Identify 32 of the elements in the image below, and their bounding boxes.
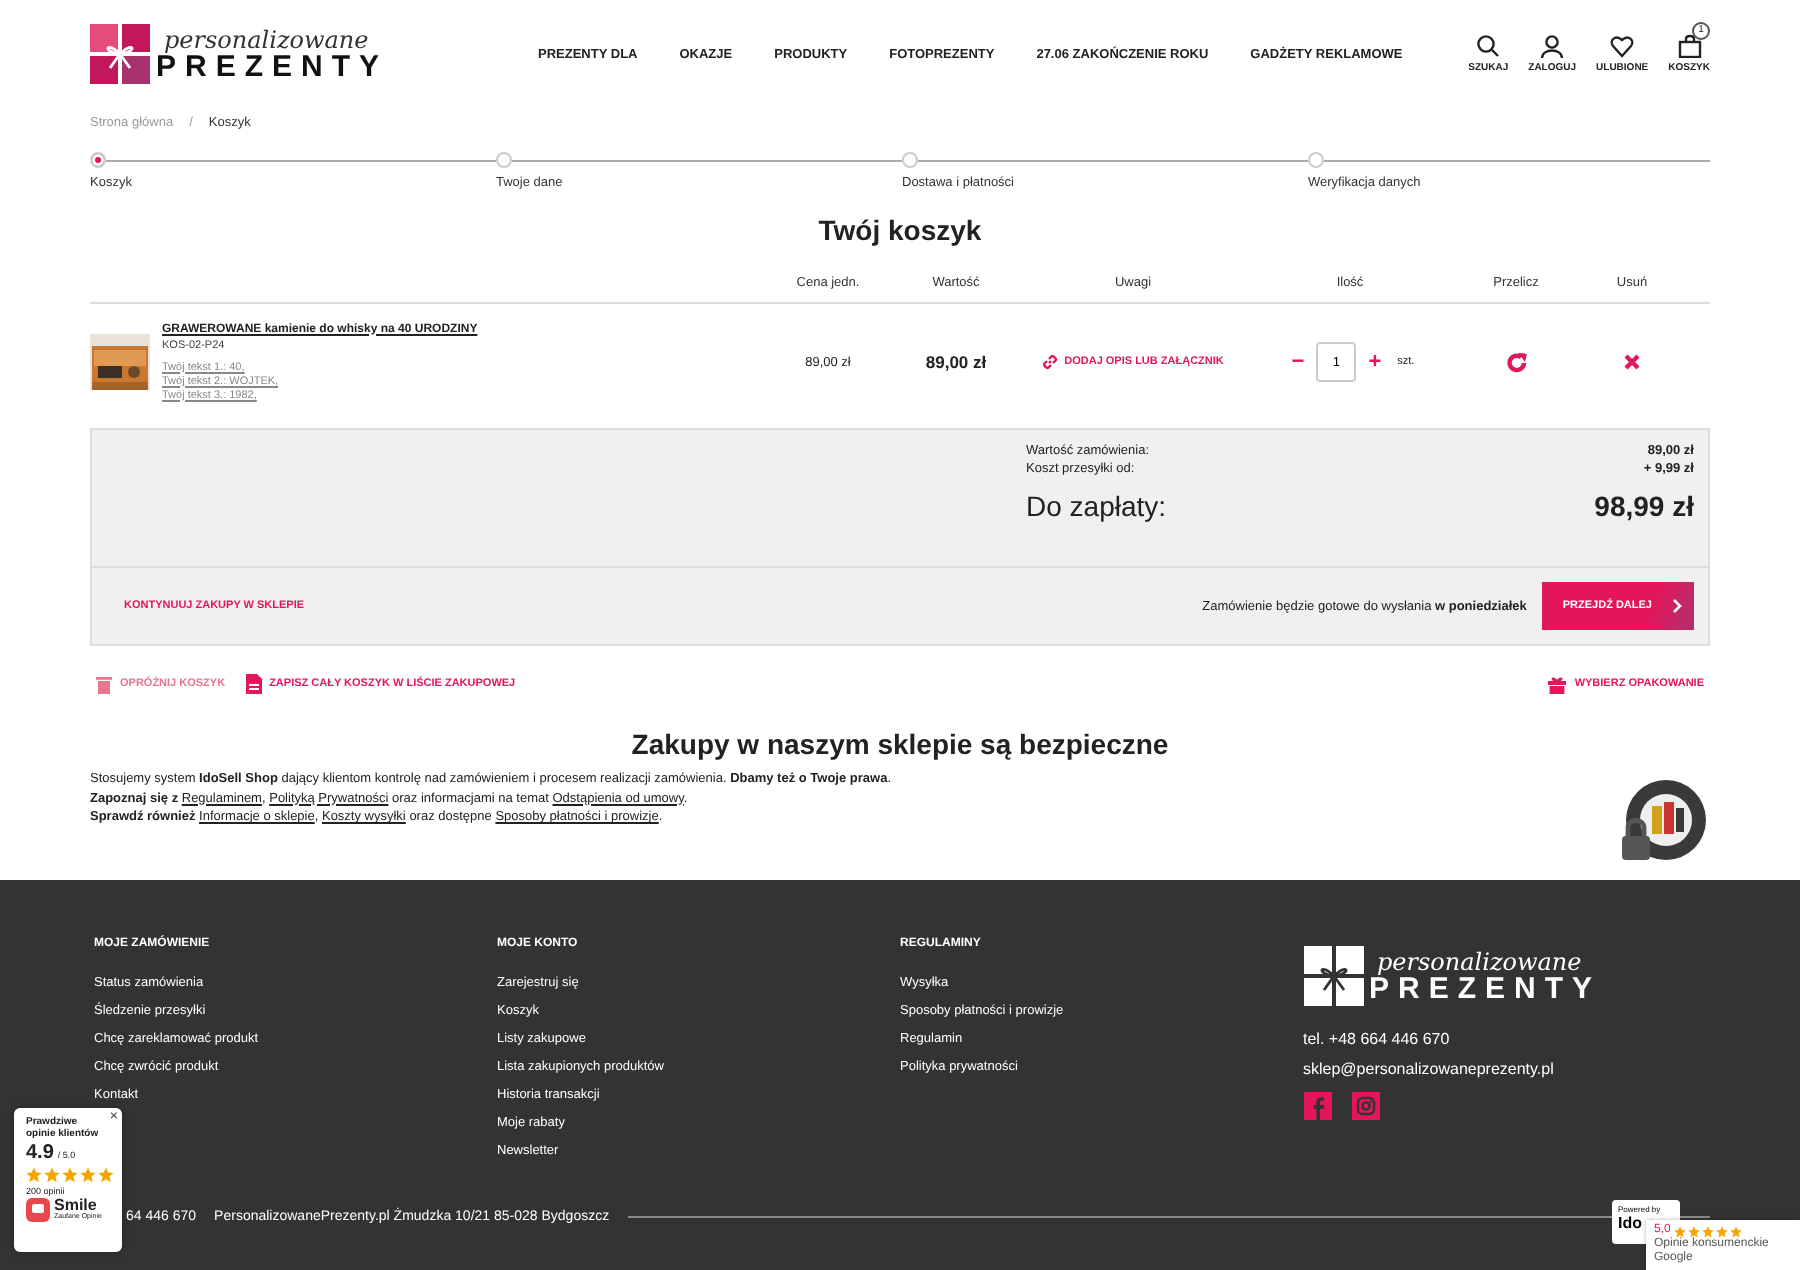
- instagram-icon[interactable]: [1351, 1092, 1379, 1120]
- total-value: 98,99 zł: [1594, 490, 1694, 522]
- phone-text: tel. +48 664 446 670: [1303, 1030, 1452, 1048]
- link-icon: [1042, 354, 1059, 370]
- facebook-icon[interactable]: [1303, 1092, 1331, 1120]
- logo-wordmark: PREZENTY: [156, 51, 389, 81]
- gift-icon: [1548, 675, 1567, 693]
- user-icon: [1540, 34, 1565, 58]
- increase-button[interactable]: +: [1362, 350, 1388, 374]
- logo-wordmark: PREZENTY: [1369, 973, 1602, 1003]
- heart-icon: [1610, 34, 1635, 58]
- remove-icon[interactable]: [1624, 354, 1640, 370]
- chat-bubble-icon: [26, 1198, 50, 1222]
- search-icon: [1476, 34, 1501, 58]
- document-icon: [245, 674, 262, 694]
- refresh-icon[interactable]: [1505, 351, 1527, 373]
- bag-icon: [1677, 34, 1702, 58]
- email-link[interactable]: sklep@personalizowaneprezenty.pl: [1303, 1060, 1706, 1078]
- decrease-button[interactable]: −: [1285, 350, 1311, 374]
- chevron-icon: [1672, 598, 1682, 614]
- gift-logo-icon: [1303, 946, 1363, 1006]
- section-title: Zakupy w naszym sklepie są bezpieczne: [629, 728, 1171, 760]
- line-value: 89,00 zł: [925, 352, 987, 372]
- total-label: Do zapłaty:: [1026, 490, 1167, 522]
- page-title: Twój koszyk: [816, 214, 984, 246]
- badge-brand: Ido: [1618, 1214, 1642, 1232]
- brand-name: Smile: [54, 1198, 97, 1215]
- gift-logo-icon: [90, 24, 150, 84]
- trash-icon: [96, 675, 112, 693]
- logo-script-text: personalizowane: [164, 27, 371, 51]
- rating-value: 4.9: [26, 1142, 54, 1164]
- logo-script-text: personalizowane: [1377, 949, 1584, 973]
